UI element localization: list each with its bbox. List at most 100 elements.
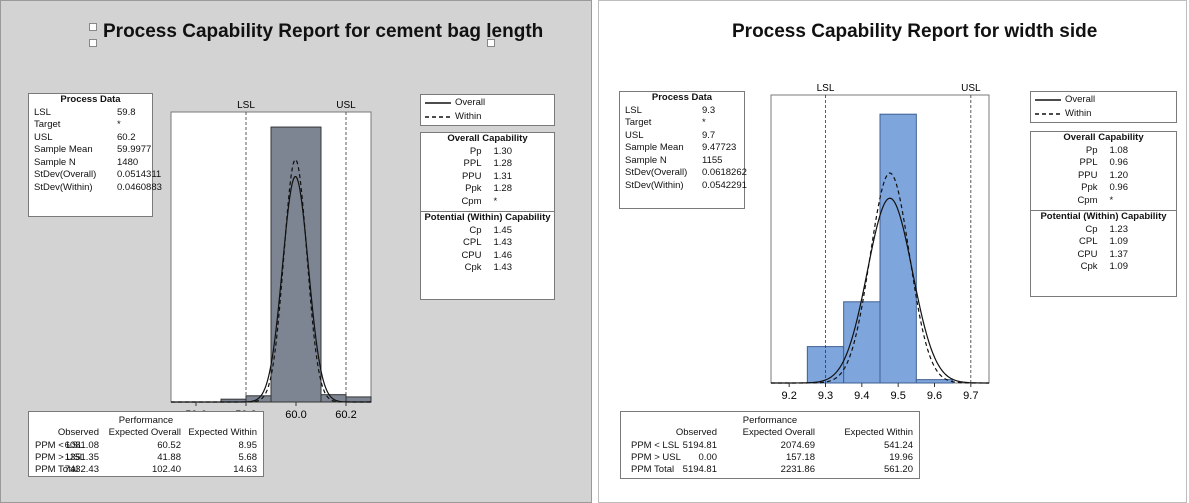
process-data-row: LSL 59.8 xyxy=(29,107,152,120)
title-resize-handle[interactable] xyxy=(89,23,97,31)
x-tick-label: 9.5 xyxy=(891,390,906,402)
overall-capability-row: Cpm * xyxy=(421,196,554,209)
capability-value: 1.45 xyxy=(493,224,513,236)
capability-label: Cpk xyxy=(464,262,482,273)
capability-label: PPL xyxy=(1079,157,1098,168)
process-data-label: Sample N xyxy=(625,154,667,166)
capability-label: CPL xyxy=(1079,236,1098,247)
performance-cell: 5.68 xyxy=(238,452,258,463)
histogram-svg: LSL USL 9.2 9.3 9.4 9.5 9.6 9.7 xyxy=(770,83,990,402)
capability-value: 1.37 xyxy=(1109,248,1129,260)
performance-cell: 2231.86 xyxy=(780,464,815,475)
performance-row-label: PPM > USL xyxy=(631,452,681,463)
capability-label: Ppk xyxy=(465,183,482,194)
process-data-box: Process Data LSL 59.8 Target * USL 60.2 Sample … xyxy=(28,93,162,217)
capability-label: Cp xyxy=(1085,223,1098,235)
performance-cell: 41.88 xyxy=(157,452,181,463)
process-data-row: Target * xyxy=(29,119,152,132)
performance-cell: 1351.35 xyxy=(64,452,99,463)
capability-label: PPU xyxy=(1077,169,1098,181)
legend-overall-label: Overall xyxy=(455,97,486,108)
process-data-label: StDev(Overall) xyxy=(625,167,688,178)
within-capability-row: Cp 1.45 xyxy=(421,225,554,238)
process-data-value: 9.47723 xyxy=(702,142,737,153)
process-data-row: USL 60.2 xyxy=(29,132,152,145)
capability-value: 1.31 xyxy=(493,170,513,182)
capability-value: 1.28 xyxy=(493,158,513,169)
performance-cell: 2074.69 xyxy=(780,440,815,451)
capability-value: 1.08 xyxy=(1109,144,1129,156)
within-capability-row: CPU 1.37 xyxy=(1031,249,1176,262)
legend-box: Overall Within xyxy=(420,94,555,126)
process-data-box: Process Data LSL 9.3 Target * USL 9.7 Sample Me… xyxy=(619,91,747,209)
process-data-value: 59.9977 xyxy=(117,144,152,155)
legend-swatches xyxy=(1035,99,1061,115)
x-tick-label: 9.4 xyxy=(854,390,869,402)
x-tick-label: 60.0 xyxy=(285,409,306,421)
process-data-value: 0.0618262 xyxy=(702,167,747,178)
within-capability-row: CPL 1.09 xyxy=(1031,236,1176,249)
within-capability-row: CPU 1.46 xyxy=(421,250,554,263)
capability-value: 1.20 xyxy=(1109,169,1129,181)
performance-row-label: PPM Total xyxy=(631,464,675,475)
process-data-value: 60.2 xyxy=(117,131,136,143)
performance-row-label: PPM < LSL xyxy=(631,440,680,451)
process-data-row: StDev(Overall) 0.0514311 xyxy=(29,169,161,182)
performance-cell: 0.00 xyxy=(698,452,718,463)
capability-value: 1.43 xyxy=(493,262,513,273)
performance-column-header: Observed xyxy=(675,427,717,438)
within-capability-header: Potential (Within) Capability xyxy=(424,212,551,223)
process-data-header: Process Data xyxy=(60,94,121,105)
process-data-label: USL xyxy=(625,129,644,141)
capability-value: 1.43 xyxy=(493,237,513,248)
process-data-value: * xyxy=(702,117,706,128)
lsl-label: LSL xyxy=(817,83,835,94)
capability-label: Cpm xyxy=(1077,194,1098,206)
performance-cell: 157.18 xyxy=(785,452,815,463)
overall-capability-row: Ppk 0.96 xyxy=(1031,182,1176,195)
x-tick-label: 9.2 xyxy=(782,390,797,402)
within-capability-row: Cp 1.23 xyxy=(1031,224,1176,237)
legend-box: Overall Within xyxy=(1030,91,1177,123)
process-data-row: LSL 9.3 xyxy=(620,105,744,118)
process-data-row: USL 9.7 xyxy=(620,130,744,143)
process-data-row: StDev(Within) 0.0460883 xyxy=(29,182,162,195)
capability-label: Ppk xyxy=(1081,182,1098,193)
legend-overall-label: Overall xyxy=(1065,94,1096,105)
performance-cell: 8.95 xyxy=(238,440,258,451)
x-tick-label: 9.7 xyxy=(963,390,978,402)
histogram-bar xyxy=(270,126,322,403)
usl-label: USL xyxy=(336,100,356,111)
histogram-bar xyxy=(879,113,917,384)
x-tick-label: 60.2 xyxy=(335,409,356,421)
chart-title: Process Capability Report for cement bag… xyxy=(103,21,544,42)
overall-capability-row: Ppk 1.28 xyxy=(421,183,554,196)
performance-column-header: Expected Within xyxy=(844,427,913,438)
overall-capability-row: Pp 1.30 xyxy=(421,146,554,159)
legend-within-label: Within xyxy=(455,111,482,122)
performance-cell: 5194.81 xyxy=(682,464,717,475)
capability-value: 0.96 xyxy=(1109,182,1129,193)
left-report-panel: Process Capability Report for cement bag… xyxy=(0,0,592,503)
within-capability-header: Potential (Within) Capability xyxy=(1040,211,1167,222)
overall-capability-row: PPU 1.20 xyxy=(1031,170,1176,183)
performance-cell: 6081.08 xyxy=(64,440,99,451)
process-data-label: StDev(Overall) xyxy=(34,169,97,180)
overall-capability-header: Overall Capability xyxy=(447,133,528,144)
performance-column-header: Expected Overall xyxy=(742,427,815,438)
capability-label: CPU xyxy=(461,249,482,261)
performance-cell: 60.52 xyxy=(157,440,181,451)
process-data-label: StDev(Within) xyxy=(625,179,684,191)
capability-label: Cpm xyxy=(461,195,482,207)
capability-label: CPU xyxy=(1077,248,1098,260)
title-resize-handle[interactable] xyxy=(89,39,97,47)
process-data-label: Target xyxy=(34,119,61,130)
overall-capability-header: Overall Capability xyxy=(1063,132,1144,143)
performance-header: Performance xyxy=(118,415,174,426)
usl-label: USL xyxy=(961,83,981,94)
process-data-row: Sample N 1480 xyxy=(29,157,152,170)
performance-column-header: Expected Within xyxy=(188,427,257,438)
process-data-label: Target xyxy=(625,117,652,128)
histogram-bar xyxy=(843,301,881,384)
process-data-row: StDev(Overall) 0.0618262 xyxy=(620,167,747,180)
